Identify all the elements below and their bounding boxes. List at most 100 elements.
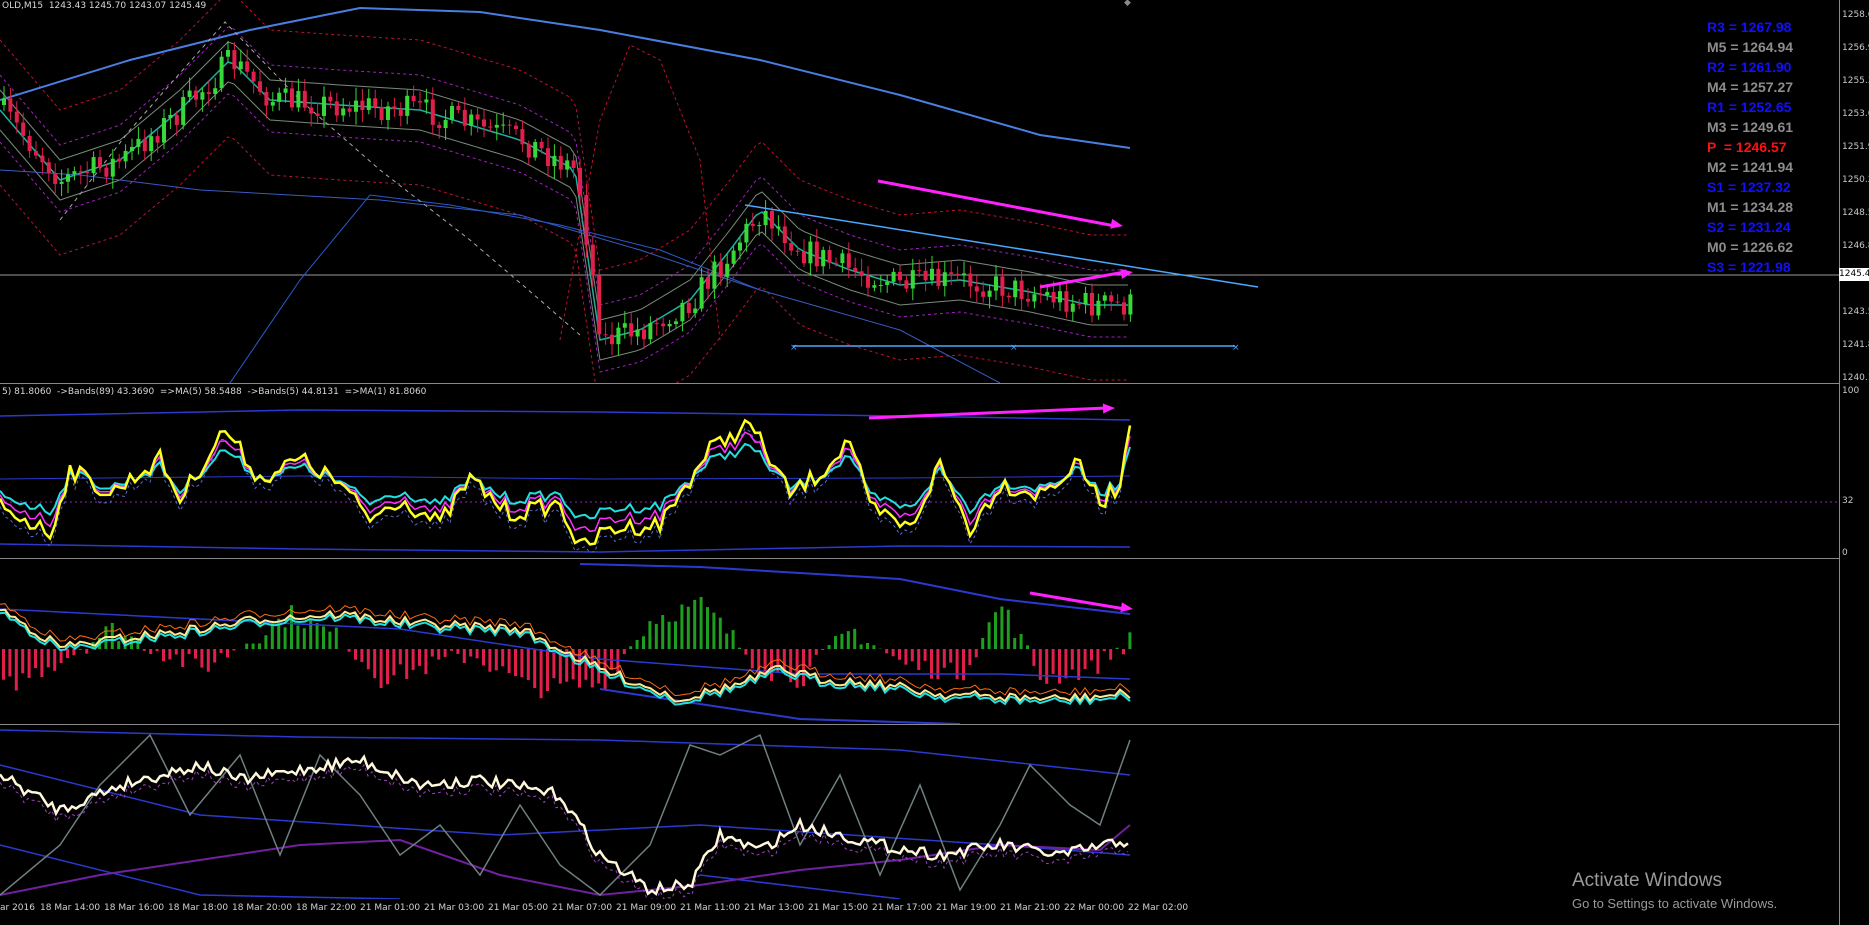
histogram-bar — [366, 649, 370, 670]
histogram-bar — [686, 606, 690, 649]
slow-moving-average — [0, 169, 1001, 383]
time-label: 21 Mar 01:00 — [360, 903, 421, 913]
divergence-arrow — [1029, 591, 1126, 611]
candle-body — [386, 106, 390, 120]
histogram-bar — [494, 649, 498, 671]
price-tick: 1246.8 — [1842, 241, 1869, 251]
candle-body — [686, 302, 691, 314]
candle-body — [712, 261, 717, 289]
histogram-bar — [40, 649, 44, 678]
histogram-bar — [1096, 649, 1100, 674]
time-axis[interactable]: ar 2016 18 Mar 14:00 18 Mar 16:00 18 Mar… — [0, 899, 1839, 925]
long-moving-average — [0, 6, 1131, 149]
candle-body — [565, 160, 570, 170]
histogram-bar — [1077, 649, 1081, 680]
candle-body — [366, 98, 371, 110]
histogram-bar — [1083, 649, 1087, 669]
histogram-bar — [187, 649, 191, 655]
pivot-m3: M3 = 1249.61 — [1707, 119, 1794, 135]
histogram-bar — [507, 649, 511, 674]
histogram-bar — [526, 649, 530, 681]
price-tick: 1253.6 — [1842, 109, 1869, 119]
price-tick: 1251.9 — [1842, 142, 1869, 152]
time-label: 21 Mar 13:00 — [744, 903, 805, 913]
histogram-bar — [424, 649, 428, 675]
histogram-bar — [1032, 649, 1036, 666]
candle-body — [706, 277, 710, 289]
grey-oscillator — [0, 733, 1131, 896]
histogram-bar — [520, 649, 524, 678]
histogram-bar — [469, 649, 473, 657]
histogram-bar — [296, 625, 300, 649]
histogram-bar — [437, 649, 441, 660]
candle-body — [174, 114, 179, 125]
pivot-r3: R3 = 1267.98 — [1707, 19, 1792, 35]
histogram-bar — [802, 649, 805, 687]
candle-body — [450, 106, 454, 120]
candle-body — [462, 109, 467, 126]
histogram-indicator-pane[interactable] — [0, 559, 1839, 724]
histogram-bar — [1006, 609, 1010, 649]
candle-body — [187, 90, 192, 97]
price-tick: 1255.3 — [1842, 76, 1869, 86]
candle-body — [802, 251, 806, 264]
candle-body — [731, 250, 736, 264]
candle-body — [1128, 294, 1133, 315]
stochastic-main — [0, 418, 1132, 546]
histogram-bar — [462, 649, 466, 664]
candle-body — [718, 261, 723, 277]
histogram-bar — [808, 649, 812, 667]
candle-body — [302, 90, 307, 108]
histogram-bar — [885, 649, 889, 654]
candle-body — [526, 144, 531, 158]
histogram-bar — [770, 649, 773, 681]
oscillator-indicator-pane[interactable] — [0, 725, 1839, 899]
histogram-bar — [552, 649, 556, 679]
histogram-bar — [142, 649, 146, 651]
time-label: 18 Mar 22:00 — [296, 903, 357, 913]
candle-body — [1077, 303, 1082, 305]
histogram-bar — [85, 649, 89, 654]
histogram-bar — [994, 612, 997, 649]
histogram-bar — [245, 643, 249, 649]
histogram-bar — [302, 628, 306, 649]
candle-body — [1115, 301, 1120, 303]
histogram-bar — [270, 623, 274, 649]
price-scale[interactable] — [1839, 0, 1869, 925]
candle-body — [642, 329, 646, 340]
candle-body — [616, 327, 621, 345]
histogram-bar — [162, 649, 165, 662]
histogram-bar — [891, 649, 895, 657]
histogram-bar — [149, 649, 153, 655]
indicator2-canvas — [0, 563, 1133, 724]
histogram-bar — [206, 649, 210, 672]
histogram-bar — [821, 649, 825, 651]
stochastic-indicator-pane[interactable]: 5) 81.8060 ->Bands(89) 43.3690 =>MA(5) 5… — [0, 384, 1839, 558]
candle-body — [635, 329, 640, 337]
histogram-bar — [872, 645, 876, 649]
current-price-label: 1245.4 — [1839, 268, 1869, 281]
histogram-bar — [475, 649, 479, 659]
histogram-bar — [648, 621, 652, 649]
histogram-bar — [866, 643, 869, 649]
moving-average — [0, 61, 1128, 341]
candle-body — [1064, 291, 1069, 312]
histogram-bar — [34, 649, 37, 669]
price-chart-pane[interactable]: × × × ◆ OLD,M15 1243.43 1245.70 1243.07 124… — [0, 0, 1839, 383]
histogram-bar — [200, 649, 204, 668]
histogram-bar — [1026, 645, 1029, 649]
histogram-bar — [66, 649, 69, 659]
candle-body — [974, 286, 979, 292]
purple-line — [0, 824, 1131, 897]
candle-body — [21, 122, 26, 136]
candle-body — [949, 272, 954, 274]
trendline-anchor: × — [790, 343, 798, 353]
histogram-bar — [1122, 649, 1125, 655]
histogram-bar — [194, 649, 197, 659]
histogram-bar — [750, 649, 754, 669]
time-label: 18 Mar 20:00 — [232, 903, 293, 913]
candle-body — [488, 126, 493, 128]
candle-body — [866, 276, 870, 288]
candle-body — [482, 119, 486, 127]
histogram-bar — [213, 649, 217, 663]
